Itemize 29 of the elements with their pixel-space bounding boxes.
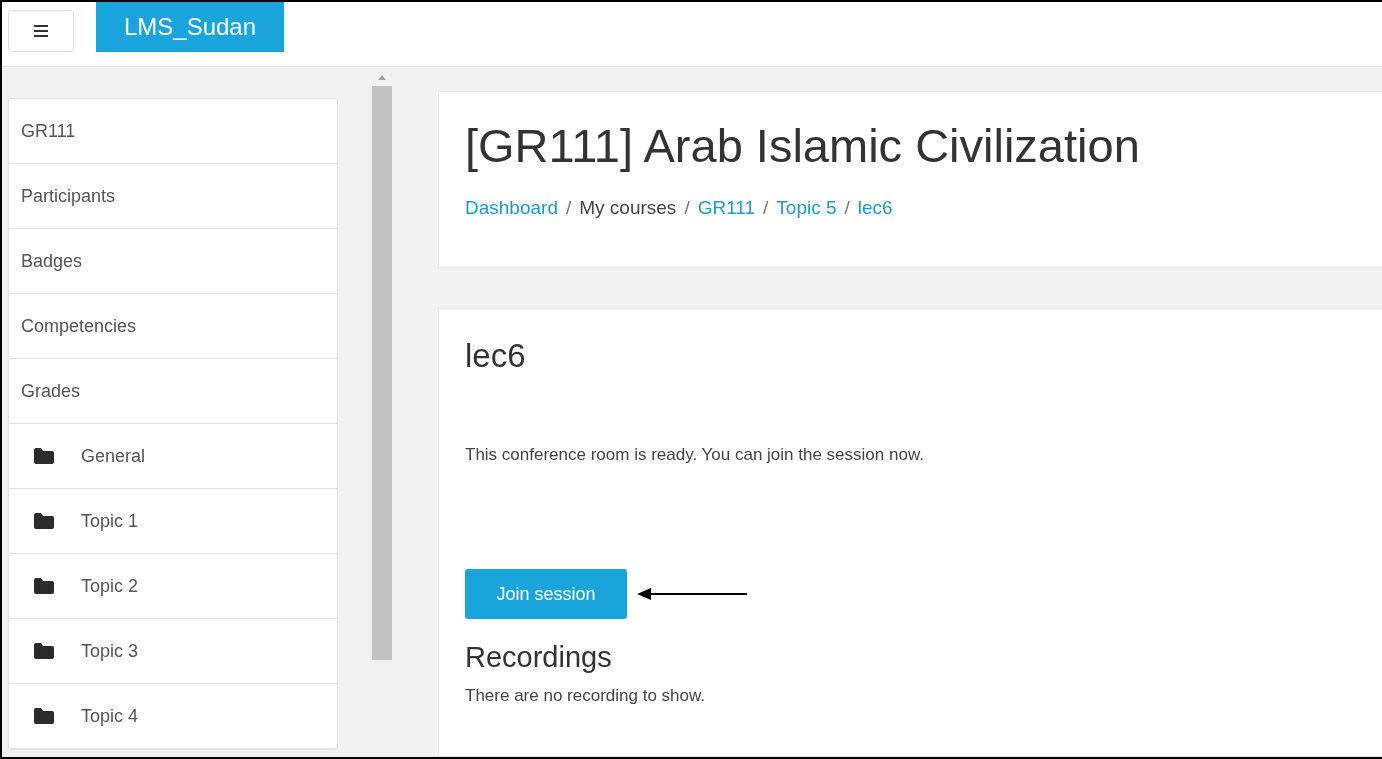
sidebar-item[interactable]: Competencies bbox=[9, 294, 337, 359]
breadcrumb-separator: / bbox=[844, 197, 850, 219]
activity-title: lec6 bbox=[465, 337, 527, 375]
section-heading: Recordings bbox=[465, 641, 613, 674]
sidebar-item[interactable]: General bbox=[9, 424, 337, 489]
scrollbar-thumb[interactable] bbox=[372, 86, 392, 660]
menu-icon bbox=[34, 25, 48, 37]
folder-icon bbox=[33, 707, 55, 725]
sidebar-item[interactable]: Grades bbox=[9, 359, 337, 424]
empty-message: There are no recording to show. bbox=[465, 686, 707, 706]
scroll-up-icon[interactable] bbox=[378, 75, 386, 80]
sidebar-item[interactable]: Participants bbox=[9, 164, 337, 229]
sidebar-item[interactable]: Topic 3 bbox=[9, 619, 337, 684]
folder-icon bbox=[33, 512, 55, 530]
menu-button[interactable] bbox=[8, 10, 74, 52]
sidebar-item[interactable]: Topic 2 bbox=[9, 554, 337, 619]
breadcrumb-separator: / bbox=[684, 197, 690, 219]
folder-icon bbox=[33, 577, 55, 595]
sidebar-item[interactable]: Topic 4 bbox=[9, 684, 337, 749]
status-message: This conference room is ready. You can join the session now. bbox=[465, 445, 925, 465]
breadcrumb-separator: / bbox=[565, 197, 572, 219]
breadcrumb-separator: / bbox=[763, 197, 769, 219]
folder-icon bbox=[33, 642, 55, 660]
sidebar-item[interactable]: Badges bbox=[9, 229, 337, 294]
page-title: [GR111] Arab Islamic Civilization bbox=[465, 118, 1141, 173]
breadcrumb-item: My courses bbox=[579, 197, 677, 219]
folder-icon bbox=[33, 447, 55, 465]
sidebar-item[interactable]: Topic 1 bbox=[9, 489, 337, 554]
sidebar-item[interactable]: GR111 bbox=[9, 99, 337, 164]
